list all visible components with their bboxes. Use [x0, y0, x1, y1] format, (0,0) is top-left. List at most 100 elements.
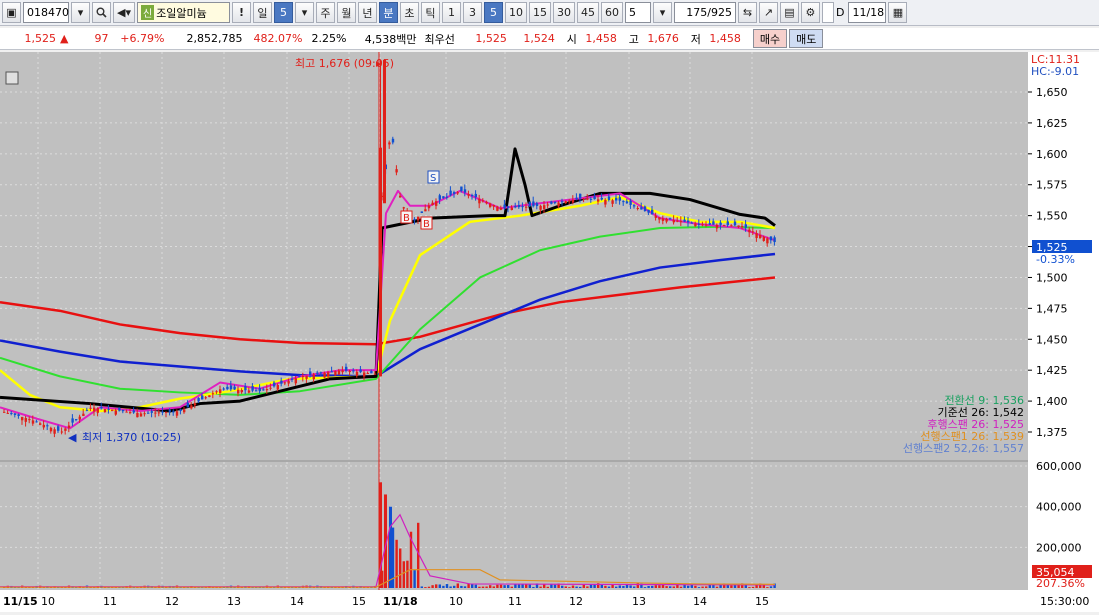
legend-item: 선행스팬2 52,26: 1,557: [903, 442, 1024, 455]
candle-body: [219, 389, 222, 393]
candle-body: [723, 225, 726, 227]
tab-year[interactable]: 년: [357, 2, 377, 23]
candle-body: [316, 372, 319, 374]
candle-body: [679, 221, 683, 223]
candle-body: [175, 411, 179, 416]
interval-45[interactable]: 45: [576, 2, 599, 23]
tab-tick[interactable]: 틱: [420, 2, 440, 23]
tab-week[interactable]: 주: [315, 2, 335, 23]
custom-interval-input[interactable]: 5: [624, 2, 651, 23]
volume-bar: [622, 585, 625, 588]
candle-body: [744, 224, 747, 228]
interval-3[interactable]: 3: [462, 2, 482, 23]
candle-body: [489, 203, 492, 207]
gear-icon[interactable]: ⚙: [800, 2, 820, 23]
candle-body: [579, 193, 582, 199]
trade-amount: 4,538백만: [364, 32, 417, 46]
bar-count-field[interactable]: 175/925: [673, 2, 736, 23]
candle-body: [319, 372, 323, 374]
volume-bar: [546, 586, 549, 588]
high-arrow-icon: ▸: [376, 57, 382, 70]
interval-60[interactable]: 60: [600, 2, 623, 23]
candle-body: [309, 371, 312, 375]
interval-5[interactable]: 5: [483, 2, 503, 23]
interval-15[interactable]: 15: [528, 2, 551, 23]
candle-body: [276, 385, 279, 390]
spike-volume-3: [389, 506, 392, 588]
tab-minute[interactable]: 분: [378, 2, 398, 23]
candle-body: [471, 195, 474, 197]
tab-second[interactable]: 초: [399, 2, 419, 23]
buy-button[interactable]: 매수: [752, 29, 788, 48]
time-tick-label: 10: [41, 595, 55, 608]
draw-icon[interactable]: ↗: [758, 2, 778, 23]
stock-code-input[interactable]: 018470: [23, 2, 69, 23]
candle-body: [445, 196, 449, 198]
save-icon[interactable]: ▤: [779, 2, 799, 23]
candle-body: [424, 209, 427, 212]
candle-body: [64, 428, 67, 431]
chart-area[interactable]: 1,6501,6251,6001,5751,5501,5251,5001,475…: [0, 52, 1099, 612]
candle-body: [204, 397, 207, 399]
candle-body: [208, 395, 211, 397]
candle-body: [571, 199, 575, 203]
interval-30[interactable]: 30: [552, 2, 575, 23]
tab-month[interactable]: 월: [336, 2, 356, 23]
candle-body: [719, 222, 722, 225]
custom-interval-text: 5: [628, 6, 636, 19]
interval-1[interactable]: 1: [441, 2, 461, 23]
candle-body: [589, 198, 593, 200]
candle-body: [615, 197, 618, 201]
candle-body: [597, 199, 600, 202]
period-dropdown-icon[interactable]: ▾: [294, 2, 314, 23]
candle-body: [24, 418, 27, 422]
interval-10[interactable]: 10: [504, 2, 527, 23]
volume-bar: [679, 586, 683, 588]
code-dropdown-icon[interactable]: ▾: [71, 2, 90, 23]
candle-body: [150, 411, 153, 413]
price-tick-label: 1,625: [1036, 117, 1068, 130]
time-tick-label: 10: [449, 595, 463, 608]
sell-button[interactable]: 매도: [789, 29, 824, 48]
date-input[interactable]: 11/18: [848, 2, 887, 23]
window-icon[interactable]: ▣: [2, 2, 21, 23]
zoom-icon[interactable]: ⇆: [737, 2, 757, 23]
volume-bar: [510, 586, 513, 588]
alert-button[interactable]: !: [231, 2, 251, 23]
volume-tick-label: 200,000: [1036, 541, 1082, 554]
candle-body: [665, 218, 668, 222]
credit-badge: 신: [140, 5, 155, 20]
change-percent: +6.79%: [120, 32, 165, 45]
candle-body: [10, 413, 13, 415]
time-tick-label: 12: [569, 595, 583, 608]
candle-body: [690, 222, 693, 224]
candle-body: [391, 138, 395, 143]
candle-body: [694, 223, 697, 227]
search-icon[interactable]: [92, 2, 111, 23]
candle-body: [103, 408, 107, 413]
candle-body: [467, 194, 470, 196]
candle-body: [222, 388, 225, 390]
candle-body: [553, 201, 557, 204]
candle-body: [485, 201, 488, 204]
candle-body: [741, 226, 744, 228]
stock-name-field[interactable]: 신 조일알미늄: [136, 2, 230, 23]
period-num-button[interactable]: 5: [273, 2, 293, 23]
price-chart[interactable]: 1,6501,6251,6001,5751,5501,5251,5001,475…: [0, 52, 1099, 612]
quote-bar: 1,525 ▲ 97 +6.79% 2,852,785 482.07% 2.25…: [0, 28, 1099, 50]
price-tick-label: 1,450: [1036, 333, 1068, 346]
date-checkbox[interactable]: [821, 2, 834, 23]
volume-bar: [420, 586, 423, 588]
volume-bar: [442, 585, 445, 588]
volume-bar: [453, 585, 456, 588]
speaker-icon[interactable]: ◀▾: [113, 2, 135, 23]
period-day-button[interactable]: 일: [252, 2, 272, 23]
volume-bar: [553, 584, 557, 588]
volume-bar: [463, 586, 467, 588]
candle-body: [28, 419, 31, 421]
price-tick-label: 1,600: [1036, 148, 1068, 161]
chart-menu-icon[interactable]: [5, 71, 19, 85]
candle-body: [301, 376, 305, 378]
interval-dropdown-icon[interactable]: ▾: [652, 2, 672, 23]
calendar-icon[interactable]: ▦: [888, 2, 908, 23]
